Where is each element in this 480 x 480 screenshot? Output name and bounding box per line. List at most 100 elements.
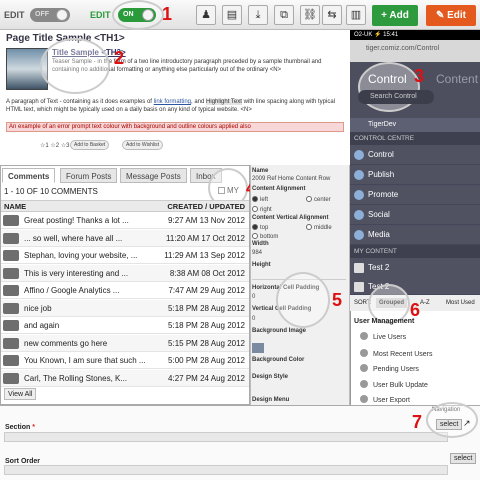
user-item[interactable]: User Export: [360, 395, 410, 404]
comment-title: and again: [24, 321, 60, 330]
control-icon: [354, 150, 364, 160]
sort-az-button[interactable]: A-Z: [420, 300, 430, 306]
menu-promote[interactable]: Promote: [350, 185, 480, 205]
my-content-item[interactable]: Test 2: [350, 277, 480, 295]
background-color-label: Background Color: [252, 357, 305, 363]
comment-title: Affino / Google Analytics ...: [24, 286, 120, 295]
valign-middle-radio[interactable]: middle: [306, 224, 332, 231]
callout-number-1: 1: [162, 4, 173, 24]
edit-label-active: EDIT: [90, 10, 111, 20]
comment-title: nice job: [24, 303, 52, 313]
align-left-radio[interactable]: left: [252, 196, 268, 203]
comment-count: 1 - 10 OF 10 COMMENTS: [4, 187, 98, 196]
comment-title: You Known, I am sure that such ...: [24, 356, 146, 365]
edit-toggle-off[interactable]: OFF: [30, 8, 70, 22]
menu-publish[interactable]: Publish: [350, 165, 480, 185]
valign-top-radio[interactable]: top: [252, 224, 268, 231]
sort-most-used-button[interactable]: Most Used: [446, 300, 475, 306]
align-center-radio[interactable]: center: [306, 196, 331, 203]
sample-paragraph: A paragraph of Text - containing as it d…: [6, 99, 336, 113]
comment-title: Carl, The Rolling Stones, K...: [24, 373, 128, 383]
comment-title: ... so well, where have all ...: [24, 233, 123, 243]
comment-date: 5:15 PM 28 Aug 2012: [168, 338, 245, 348]
tab-comments[interactable]: Comments: [2, 168, 56, 183]
add-to-wishlist-button[interactable]: Add to Wishlist: [122, 140, 164, 150]
menu-control[interactable]: Control: [350, 145, 480, 165]
phone-status-bar: O2-UK ⚡ 15:41: [350, 30, 480, 40]
vertical-padding-value[interactable]: 0: [252, 316, 255, 322]
media-icon: [354, 230, 364, 240]
document-icon[interactable]: ▤: [222, 5, 242, 25]
name-label: Name: [252, 168, 269, 174]
sample-link[interactable]: link formatting: [154, 99, 191, 105]
comment-title: new comments go here: [24, 338, 108, 348]
table-row[interactable]: nice job 5:18 PM 28 Aug 2012: [1, 299, 249, 317]
table-row[interactable]: Stephan, loving your website, ... 11:29 A…: [1, 247, 249, 264]
edit-button[interactable]: ✎ Edit: [426, 5, 476, 26]
bullet-icon: [360, 380, 368, 388]
table-row[interactable]: and again 5:18 PM 28 Aug 2012: [1, 317, 249, 334]
download-icon[interactable]: ⤓: [248, 5, 268, 25]
tab-message-posts[interactable]: Message Posts: [120, 168, 187, 183]
table-row[interactable]: You Known, I am sure that such ... 5:00 P…: [1, 352, 249, 369]
sort-order-select-button[interactable]: select: [450, 453, 477, 464]
name-value[interactable]: 2009 Ref Home Content Row: [252, 176, 330, 182]
menu-media[interactable]: Media: [350, 225, 480, 245]
comment-icon: [3, 302, 19, 314]
callout-number-5: 5: [332, 290, 343, 310]
navigation-select-button[interactable]: select: [436, 419, 463, 430]
user-item[interactable]: User Bulk Update: [360, 380, 428, 389]
comment-icon: [3, 320, 19, 331]
table-row[interactable]: Carl, The Rolling Stones, K... 4:27 PM 24…: [1, 369, 249, 387]
user-item[interactable]: Most Recent Users: [360, 349, 433, 358]
tab-content[interactable]: Content: [436, 72, 478, 86]
comment-title: This is very interesting and ...: [24, 268, 129, 278]
bullet-icon: [360, 332, 368, 340]
table-row[interactable]: new comments go here 5:15 PM 28 Aug 2012: [1, 334, 249, 352]
comment-title: Stephan, loving your website, ...: [24, 251, 138, 260]
callout-circle-3: [358, 62, 420, 112]
tigerdev-item[interactable]: TigerDev: [350, 118, 480, 132]
table-row[interactable]: This is very interesting and ... 8:38 AM …: [1, 264, 249, 282]
comment-icon: [3, 232, 19, 244]
control-centre-header: CONTROL CENTRE: [350, 132, 480, 145]
design-menu-label: Design Menu: [252, 397, 290, 403]
phone-search-input[interactable]: Search Control: [358, 90, 434, 104]
tab-forum-posts[interactable]: Forum Posts: [60, 168, 118, 183]
document-icon: [354, 282, 364, 292]
user-icon[interactable]: ♟: [196, 5, 216, 25]
columns-icon[interactable]: ▥: [346, 5, 366, 25]
comment-icon: [3, 372, 19, 384]
open-link-icon[interactable]: ↗: [463, 418, 471, 429]
user-item[interactable]: Pending Users: [360, 364, 419, 373]
add-button[interactable]: + Add: [372, 5, 418, 26]
align-right-radio[interactable]: right: [252, 206, 272, 213]
my-content-header: MY CONTENT: [350, 245, 480, 258]
table-row[interactable]: Great posting! Thanks a lot ... 9:27 AM 1…: [1, 212, 249, 229]
comment-icon: [3, 250, 19, 261]
horizontal-padding-value[interactable]: 0: [252, 294, 255, 300]
menu-social[interactable]: Social: [350, 205, 480, 225]
width-value[interactable]: 984: [252, 250, 262, 256]
view-all-button[interactable]: View All: [4, 388, 37, 400]
sort-order-field[interactable]: [4, 465, 448, 475]
user-item[interactable]: Live Users: [360, 332, 406, 341]
background-image-label: Background Image: [252, 328, 307, 334]
table-row[interactable]: Affino / Google Analytics ... 7:47 AM 29 …: [1, 282, 249, 299]
width-label: Width: [252, 241, 269, 247]
edit-toggle-on[interactable]: ON: [118, 8, 156, 22]
comment-date: 11:29 AM 13 Sep 2012: [164, 251, 245, 260]
swap-icon[interactable]: ⇆: [322, 5, 342, 25]
bullet-icon: [360, 349, 368, 357]
copy-icon[interactable]: ⧉: [274, 5, 294, 25]
section-field[interactable]: [4, 432, 448, 442]
valign-bottom-radio[interactable]: bottom: [252, 233, 278, 240]
image-icon[interactable]: [252, 343, 264, 353]
table-row[interactable]: ... so well, where have all ... 11:20 AM …: [1, 229, 249, 247]
add-to-basket-button[interactable]: Add to Basket: [70, 140, 110, 150]
height-label: Height: [252, 262, 271, 268]
my-content-item[interactable]: Test 2: [350, 258, 480, 278]
link-icon[interactable]: ⛓: [300, 5, 320, 25]
comment-date: 5:18 PM 28 Aug 2012: [168, 321, 245, 330]
callout-circle-5: [276, 272, 330, 328]
